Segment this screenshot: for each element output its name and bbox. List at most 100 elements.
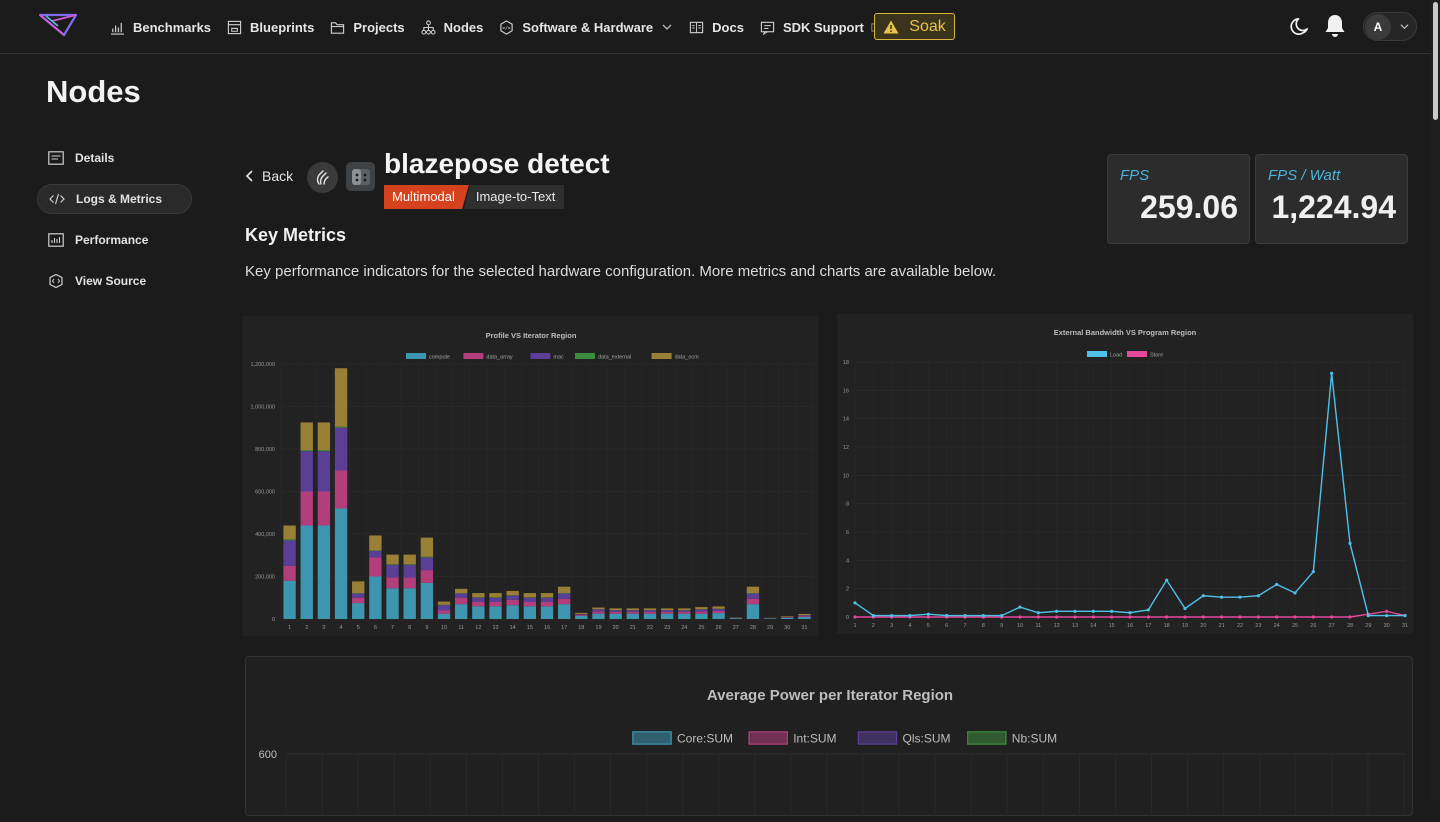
bar-segment [524,593,536,597]
nav-sdk-support[interactable]: SDK Support [760,20,881,35]
bar-segment [798,615,810,616]
x-tick-label: 23 [1255,623,1261,629]
x-tick-label: 6 [945,623,948,629]
moon-icon[interactable] [1289,16,1310,37]
robot-icon [350,166,372,188]
nav-software-hardware[interactable]: </> Software & Hardware [499,20,673,35]
data-point [1238,615,1241,618]
data-point [1183,615,1186,618]
bar-segment [575,613,587,614]
bar-segment [575,616,587,619]
y-tick-label: 6 [846,530,849,536]
model-type-icon [346,162,375,191]
bar-segment [318,422,330,450]
bell-icon[interactable] [1323,13,1347,39]
bar-segment [404,578,416,589]
x-tick-label: 11 [458,625,464,631]
bar-segment [386,565,398,578]
brand-logo[interactable] [38,12,78,38]
sidebar: Details Logs & Metrics Performance View … [37,143,192,307]
framework-icon [307,162,338,193]
y-tick-label: 18 [843,360,849,366]
chip-icon: </> [499,20,514,35]
bar-segment [575,615,587,616]
bar-segment [489,593,501,597]
data-point [853,615,856,618]
legend-swatch [530,353,550,359]
x-tick-label: 13 [1072,623,1078,629]
tag-image-to-text[interactable]: Image-to-Text [464,185,564,209]
legend-swatch [1127,351,1147,357]
data-point [1128,615,1131,618]
legend-swatch [406,353,426,359]
bar-segment [798,616,810,617]
tag-multimodal[interactable]: Multimodal [384,185,469,209]
x-tick-label: 8 [982,623,985,629]
y-tick-label: 600,000 [255,490,275,496]
nav-nodes[interactable]: Nodes [421,20,484,35]
bar-segment [335,470,347,508]
page-scrollbar[interactable] [1431,0,1440,800]
x-tick-label: 31 [1402,623,1408,629]
main-nav: Benchmarks Blueprints Projects Nodes </>… [110,0,897,54]
bar-segment [455,598,467,604]
y-tick-label: 14 [843,417,849,423]
x-tick-label: 10 [1017,623,1023,629]
legend-swatch [575,353,595,359]
performance-icon [48,233,64,247]
nav-label: Blueprints [250,20,314,35]
data-point [1055,610,1058,613]
bar-segment [798,617,810,619]
sidebar-item-performance[interactable]: Performance [37,225,192,255]
bar-segment [798,614,810,615]
bar-segment [352,598,364,603]
user-menu-button[interactable]: A [1363,12,1417,41]
bar-segment [386,588,398,619]
nav-projects[interactable]: Projects [330,20,404,35]
data-point [1092,615,1095,618]
nav-benchmarks[interactable]: Benchmarks [110,20,211,35]
nav-label: Docs [712,20,744,35]
book-icon [689,20,704,35]
bar-segment [301,451,313,491]
key-metrics-description: Key performance indicators for the selec… [245,263,996,280]
chart-icon [110,20,125,35]
data-point [1202,594,1205,597]
legend-label: data_array [486,355,513,361]
data-point [927,615,930,618]
y-tick-label: 800,000 [255,447,275,453]
data-point [1073,610,1076,613]
chevron-left-icon [245,170,254,182]
bar-segment [678,614,690,619]
bar-segment [352,581,364,593]
x-tick-label: 19 [595,625,601,631]
sidebar-item-details[interactable]: Details [37,143,192,173]
sidebar-item-label: View Source [75,274,146,288]
bar-segment [781,618,793,619]
bar-segment [421,557,433,570]
x-tick-label: 15 [527,625,533,631]
legend-label: Load [1110,353,1122,359]
bar-segment [335,427,347,428]
bar-segment [472,598,484,602]
data-point [1037,611,1040,614]
bar-segment [472,602,484,606]
data-point [1220,596,1223,599]
x-tick-label: 21 [630,625,636,631]
x-tick-label: 6 [374,625,377,631]
nav-blueprints[interactable]: Blueprints [227,20,314,35]
back-button[interactable]: Back [245,168,293,184]
scrollbar-thumb[interactable] [1433,2,1438,120]
soak-badge[interactable]: Soak [874,13,955,40]
nav-docs[interactable]: Docs [689,20,744,35]
sidebar-item-view-source[interactable]: View Source [37,266,192,296]
sidebar-item-logs-metrics[interactable]: Logs & Metrics [37,184,192,214]
bar-segment [524,602,536,606]
data-point [1202,615,1205,618]
y-tick-label: 0 [846,615,849,621]
warning-icon [883,20,899,34]
bar-segment [404,565,416,578]
bar-segment [352,594,364,598]
bar-segment [369,535,381,550]
data-point [1385,610,1388,613]
